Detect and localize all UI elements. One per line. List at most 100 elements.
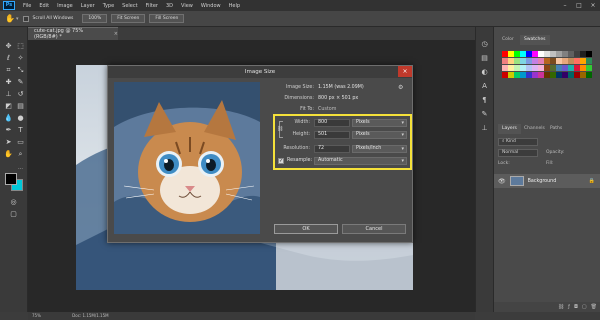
fit-screen-button[interactable]: Fit Screen	[111, 14, 146, 23]
image-preview[interactable]	[114, 82, 260, 234]
menu-3d[interactable]: 3D	[166, 3, 173, 9]
adjustments-panel-icon[interactable]: ◐	[479, 67, 490, 78]
layer-filter-select[interactable]: ⌕ Kind	[498, 138, 538, 146]
height-input[interactable]: 501	[314, 131, 350, 139]
foreground-color-chip[interactable]	[5, 173, 17, 185]
layer-thumbnail	[509, 176, 524, 186]
minimize-icon[interactable]: –	[558, 2, 572, 9]
maximize-icon[interactable]: □	[572, 2, 586, 9]
tool-preset-chevron-icon[interactable]: ▾	[16, 16, 19, 22]
path-selection-tool-icon[interactable]: ➤	[3, 137, 14, 148]
image-size-value: 1.15M (was 2.09M)	[318, 85, 364, 90]
height-unit-select[interactable]: Pixels	[352, 131, 407, 139]
ok-button[interactable]: OK	[274, 224, 338, 234]
height-label: Height:	[292, 132, 310, 137]
history-brush-tool-icon[interactable]: ↺	[15, 89, 26, 100]
menu-filter[interactable]: Filter	[146, 3, 158, 9]
status-bar: 75% Doc: 1.15M/1.15M	[28, 312, 475, 320]
tab-swatches[interactable]: Swatches	[520, 35, 550, 45]
layer-row-background[interactable]: 👁 Background 🔒	[494, 174, 600, 188]
swatch[interactable]	[586, 58, 592, 64]
screen-mode-icon[interactable]: ▢	[8, 209, 19, 220]
zoom-100-button[interactable]: 100%	[82, 14, 108, 23]
status-zoom[interactable]: 75%	[32, 313, 41, 318]
menu-view[interactable]: View	[181, 3, 193, 9]
dialog-title: Image Size	[108, 66, 412, 78]
marquee-tool-icon[interactable]: ⬚	[15, 41, 26, 52]
clone-source-panel-icon[interactable]: ⊥	[479, 123, 490, 134]
healing-brush-tool-icon[interactable]: ✚	[3, 77, 14, 88]
tab-color[interactable]: Color	[498, 35, 518, 45]
swatch[interactable]	[586, 51, 592, 57]
menu-help[interactable]: Help	[229, 3, 240, 9]
magic-wand-tool-icon[interactable]: ✧	[15, 53, 26, 64]
eye-icon[interactable]: 👁	[498, 178, 506, 185]
opacity-label: Opacity:	[546, 150, 565, 155]
menu-type[interactable]: Type	[103, 3, 114, 9]
properties-panel-icon[interactable]: ▤	[479, 53, 490, 64]
resolution-input[interactable]: 72	[314, 145, 350, 153]
resample-label: Resample:	[287, 158, 313, 163]
swatches-grid[interactable]	[502, 51, 592, 111]
blend-mode-select[interactable]: Normal	[498, 149, 538, 157]
dodge-tool-icon[interactable]: ●	[15, 113, 26, 124]
tab-channels[interactable]: Channels	[520, 124, 549, 134]
settings-gear-icon[interactable]: ⚙	[398, 84, 403, 91]
tab-paths[interactable]: Paths	[546, 124, 566, 134]
clone-stamp-tool-icon[interactable]: ⊥	[3, 89, 14, 100]
close-window-icon[interactable]: ×	[586, 2, 600, 9]
brush-panel-icon[interactable]: ✎	[479, 109, 490, 120]
paragraph-panel-icon[interactable]: ¶	[479, 95, 490, 106]
quick-mask-icon[interactable]: ◎	[8, 197, 19, 208]
character-panel-icon[interactable]: A	[479, 81, 490, 92]
menu-edit[interactable]: Edit	[39, 3, 49, 9]
type-tool-icon[interactable]: T	[15, 125, 26, 136]
dialog-close-icon[interactable]: ×	[398, 66, 412, 77]
trash-icon[interactable]: 🗑	[591, 304, 597, 310]
width-unit-select[interactable]: Pixels	[352, 119, 407, 127]
fit-to-value[interactable]: Custom	[318, 107, 336, 112]
width-input[interactable]: 800	[314, 119, 350, 127]
hand-tool-icon[interactable]: ✋	[5, 14, 15, 23]
blur-tool-icon[interactable]: 💧	[3, 113, 14, 124]
close-tab-icon[interactable]: ×	[114, 31, 118, 37]
new-layer-icon[interactable]: ▢	[582, 304, 587, 310]
document-tab[interactable]: cute-cat.jpg @ 75% (RGB/8#) * ×	[28, 27, 118, 40]
fill-screen-button[interactable]: Fill Screen	[149, 14, 185, 23]
move-tool-icon[interactable]: ✥	[3, 41, 14, 52]
width-label: Width:	[294, 120, 310, 125]
mask-icon[interactable]: ◘	[574, 304, 578, 310]
panel-icon-strip: ◷ ▤ ◐ A ¶ ✎ ⊥	[475, 27, 493, 312]
swatch[interactable]	[586, 72, 592, 78]
fx-icon[interactable]: ƒ	[568, 304, 570, 310]
link-layers-icon[interactable]: ⛓	[558, 304, 564, 310]
menu-file[interactable]: File	[23, 3, 31, 9]
resample-checkbox[interactable]: ✓	[278, 158, 284, 164]
cancel-button[interactable]: Cancel	[342, 224, 406, 234]
eyedropper-tool-icon[interactable]: ⤡	[15, 65, 26, 76]
resolution-unit-select[interactable]: Pixels/Inch	[352, 145, 407, 153]
pen-tool-icon[interactable]: ✒	[3, 125, 14, 136]
layer-name: Background	[527, 178, 557, 184]
tab-layers[interactable]: Layers	[498, 124, 521, 134]
hand-tool-sidebar-icon[interactable]: ✋	[3, 149, 14, 160]
scroll-all-windows-checkbox[interactable]	[23, 15, 30, 22]
gradient-tool-icon[interactable]: ▤	[15, 101, 26, 112]
history-panel-icon[interactable]: ◷	[479, 39, 490, 50]
zoom-tool-icon[interactable]: ⌕	[15, 149, 26, 160]
menu-image[interactable]: Image	[57, 3, 73, 9]
menu-layer[interactable]: Layer	[81, 3, 95, 9]
shape-tool-icon[interactable]: ▭	[15, 137, 26, 148]
resample-select[interactable]: Automatic	[314, 157, 407, 165]
image-size-label: Image Size:	[285, 85, 314, 90]
crop-tool-icon[interactable]: ⌗	[3, 65, 14, 76]
link-chain-icon[interactable]: ⛓	[277, 126, 283, 132]
menu-select[interactable]: Select	[122, 3, 137, 9]
dimensions-value: 800 px × 501 px	[318, 96, 359, 101]
eraser-tool-icon[interactable]: ◩	[3, 101, 14, 112]
lasso-tool-icon[interactable]: ℓ	[3, 53, 14, 64]
brush-tool-icon[interactable]: ✎	[15, 77, 26, 88]
swatch[interactable]	[586, 65, 592, 71]
menu-window[interactable]: Window	[201, 3, 221, 9]
menu-bar: Ps File Edit Image Layer Type Select Fil…	[0, 0, 600, 11]
